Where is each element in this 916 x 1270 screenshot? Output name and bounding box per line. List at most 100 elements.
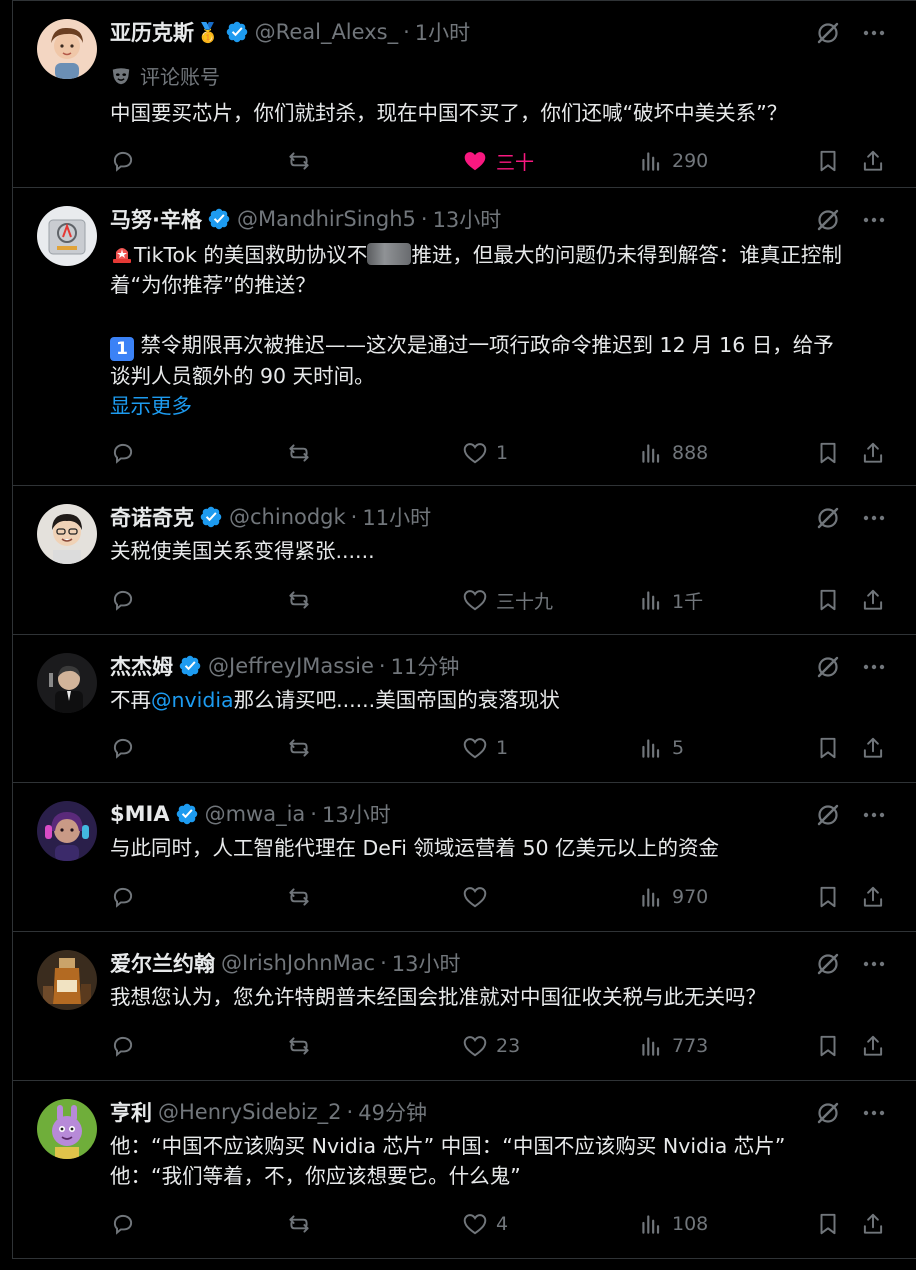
bookmark-icon	[820, 442, 836, 464]
display-name[interactable]: $MIA	[110, 802, 170, 826]
post[interactable]: 爱尔兰约翰 @IrishJohnMac · 13小时 我想您认为，您允许特朗普未…	[13, 932, 916, 1081]
handle[interactable]: @MandhirSingh5	[237, 207, 416, 231]
timestamp[interactable]: 13小时	[392, 948, 461, 978]
reply-button[interactable]	[110, 438, 136, 468]
grok-icon[interactable]	[815, 654, 841, 680]
post[interactable]: 奇诺奇克 @chinodgk · 11小时 关税使美国关系变得紧张...... …	[13, 486, 916, 635]
more-icon[interactable]	[861, 802, 887, 828]
handle[interactable]: @JeffreyJMassie	[208, 654, 374, 678]
grok-icon[interactable]	[815, 20, 841, 46]
timestamp[interactable]: 49分钟	[358, 1097, 427, 1127]
repost-button[interactable]	[286, 438, 312, 468]
more-icon[interactable]	[861, 20, 887, 46]
reply-button[interactable]	[110, 1031, 136, 1061]
reply-icon	[113, 151, 133, 172]
bookmark-button[interactable]	[815, 438, 841, 468]
reply-button[interactable]	[110, 1209, 136, 1239]
bookmark-button[interactable]	[815, 146, 841, 176]
reply-button[interactable]	[110, 146, 136, 176]
avatar[interactable]	[37, 950, 97, 1010]
bookmark-button[interactable]	[815, 585, 841, 615]
display-name[interactable]: 杰杰姆	[110, 651, 173, 681]
timestamp[interactable]: 13小时	[433, 204, 502, 234]
more-icon[interactable]	[861, 951, 887, 977]
share-button[interactable]	[860, 146, 886, 176]
timestamp[interactable]: 11分钟	[391, 651, 460, 681]
views-button[interactable]: 5	[638, 733, 684, 763]
views-button[interactable]: 888	[638, 438, 708, 468]
reply-button[interactable]	[110, 585, 136, 615]
timestamp[interactable]: 11小时	[362, 502, 431, 532]
reply-feed: 亚历克斯 🥇 @Real_Alexs_ · 1小时 评论账号 中国要买芯片，你们…	[12, 0, 916, 1259]
avatar[interactable]	[37, 653, 97, 713]
views-button[interactable]: 108	[638, 1209, 708, 1239]
display-name[interactable]: 马努·辛格	[110, 204, 202, 234]
post[interactable]: $MIA @mwa_ia · 13小时 与此同时，人工智能代理在 DeFi 领域…	[13, 783, 916, 932]
avatar[interactable]	[37, 1099, 97, 1159]
repost-button[interactable]	[286, 882, 312, 912]
grok-icon[interactable]	[815, 951, 841, 977]
share-button[interactable]	[860, 1031, 886, 1061]
views-button[interactable]: 970	[638, 882, 708, 912]
more-icon[interactable]	[861, 505, 887, 531]
avatar[interactable]	[37, 504, 97, 564]
like-button[interactable]: 4	[462, 1209, 508, 1239]
bookmark-button[interactable]	[815, 1031, 841, 1061]
display-name[interactable]: 亚历克斯	[110, 17, 194, 47]
post[interactable]: 亨利 @HenrySidebiz_2 · 49分钟 他：“中国不应该购买 Nvi…	[13, 1081, 916, 1259]
heart-icon	[463, 738, 487, 759]
grok-icon[interactable]	[815, 1100, 841, 1126]
like-button[interactable]: 23	[462, 1031, 520, 1061]
bookmark-button[interactable]	[815, 1209, 841, 1239]
share-button[interactable]	[860, 733, 886, 763]
more-icon[interactable]	[861, 207, 887, 233]
post[interactable]: 杰杰姆 @JeffreyJMassie · 11分钟 不再@nvidia那么请买…	[13, 635, 916, 783]
mention-link[interactable]: @nvidia	[151, 688, 234, 712]
post[interactable]: 马努·辛格 @MandhirSingh5 · 13小时 TikTok 的美国救助…	[13, 188, 916, 486]
like-button[interactable]: 三十九	[462, 585, 553, 615]
more-icon[interactable]	[861, 1100, 887, 1126]
grok-icon[interactable]	[815, 802, 841, 828]
display-name[interactable]: 爱尔兰约翰	[110, 948, 215, 978]
views-button[interactable]: 1千	[638, 585, 703, 615]
like-button[interactable]	[462, 882, 496, 912]
show-more-link[interactable]: 显示更多	[110, 394, 192, 418]
repost-button[interactable]	[286, 146, 312, 176]
share-button[interactable]	[860, 438, 886, 468]
display-name[interactable]: 奇诺奇克	[110, 502, 194, 532]
bookmark-button[interactable]	[815, 882, 841, 912]
display-name[interactable]: 亨利	[110, 1097, 152, 1127]
handle[interactable]: @HenrySidebiz_2	[158, 1100, 342, 1124]
timestamp[interactable]: 1小时	[415, 17, 470, 47]
repost-button[interactable]	[286, 733, 312, 763]
avatar[interactable]	[37, 801, 97, 861]
handle[interactable]: @chinodgk	[229, 505, 346, 529]
grok-icon[interactable]	[815, 505, 841, 531]
grok-icon[interactable]	[815, 207, 841, 233]
handle[interactable]: @Real_Alexs_	[255, 20, 398, 44]
repost-button[interactable]	[286, 1209, 312, 1239]
handle[interactable]: @IrishJohnMac	[221, 951, 375, 975]
like-button[interactable]: 1	[462, 438, 508, 468]
bookmark-button[interactable]	[815, 733, 841, 763]
reply-button[interactable]	[110, 733, 136, 763]
repost-button[interactable]	[286, 1031, 312, 1061]
views-button[interactable]: 290	[638, 146, 708, 176]
views-button[interactable]: 773	[638, 1031, 708, 1061]
heart-icon	[463, 887, 487, 908]
like-button[interactable]: 三十	[462, 146, 534, 176]
mask-icon	[112, 67, 130, 84]
repost-button[interactable]	[286, 585, 312, 615]
post[interactable]: 亚历克斯 🥇 @Real_Alexs_ · 1小时 评论账号 中国要买芯片，你们…	[13, 0, 916, 188]
avatar[interactable]	[37, 206, 97, 266]
post-header: 奇诺奇克 @chinodgk · 11小时	[110, 502, 807, 532]
like-button[interactable]: 1	[462, 733, 508, 763]
more-icon[interactable]	[861, 654, 887, 680]
handle[interactable]: @mwa_ia	[205, 802, 306, 826]
avatar[interactable]	[37, 19, 97, 79]
share-button[interactable]	[860, 1209, 886, 1239]
share-button[interactable]	[860, 882, 886, 912]
reply-button[interactable]	[110, 882, 136, 912]
share-button[interactable]	[860, 585, 886, 615]
timestamp[interactable]: 13小时	[322, 799, 391, 829]
